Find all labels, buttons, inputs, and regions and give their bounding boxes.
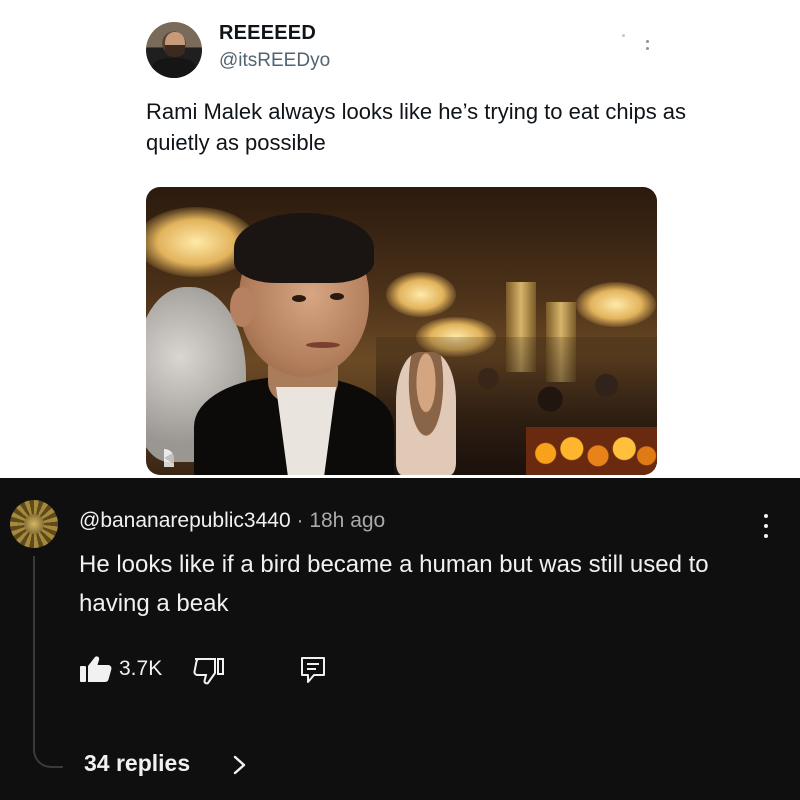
- like-count: 3.7K: [119, 657, 163, 680]
- tweet-author-handle[interactable]: @itsREEDyo: [219, 50, 330, 72]
- chandelier: [576, 282, 656, 327]
- avatar-shirt: [152, 58, 196, 78]
- commenter-handle[interactable]: @bananarepublic3440: [79, 509, 291, 532]
- kebab-menu-icon[interactable]: [762, 514, 770, 540]
- reply-icon[interactable]: [299, 656, 327, 684]
- tweet-author-avatar[interactable]: [146, 22, 202, 78]
- woman-background: [396, 352, 456, 475]
- thumbs-up-filled-icon[interactable]: [79, 655, 113, 683]
- tweet-card: REEEEED @itsREEDyo Rami Malek always loo…: [0, 0, 800, 478]
- chevron-right-icon[interactable]: [232, 754, 248, 776]
- tweet-text: Rami Malek always looks like he’s trying…: [146, 99, 687, 155]
- comment-text: He looks like if a bird became a human b…: [79, 551, 709, 617]
- more-dots-icon[interactable]: [622, 30, 652, 54]
- reply-thread-line: [33, 556, 63, 768]
- youtube-comment: @bananarepublic3440 · 18h ago He looks l…: [0, 478, 800, 800]
- commenter-avatar[interactable]: [10, 500, 58, 548]
- tweet-author-name[interactable]: REEEEED: [219, 22, 316, 45]
- thumbs-down-outline-icon[interactable]: [193, 657, 225, 685]
- view-replies-button[interactable]: 34 replies: [84, 750, 190, 777]
- right-eye: [330, 293, 344, 300]
- dark-hair: [234, 213, 374, 283]
- tweet-media-image[interactable]: [146, 187, 657, 475]
- avatar-beard: [165, 45, 185, 57]
- ear: [230, 287, 254, 327]
- pursed-mouth: [306, 342, 340, 348]
- tv-network-logo: [154, 449, 174, 467]
- comment-actions: 3.7K: [79, 652, 379, 686]
- comment-timestamp[interactable]: 18h ago: [309, 509, 385, 532]
- chandelier: [386, 272, 456, 317]
- left-eye: [292, 295, 306, 302]
- meta-separator: ·: [290, 509, 310, 532]
- table-flowers: [526, 427, 657, 475]
- comment-meta: @bananarepublic3440 · 18h ago: [79, 509, 385, 533]
